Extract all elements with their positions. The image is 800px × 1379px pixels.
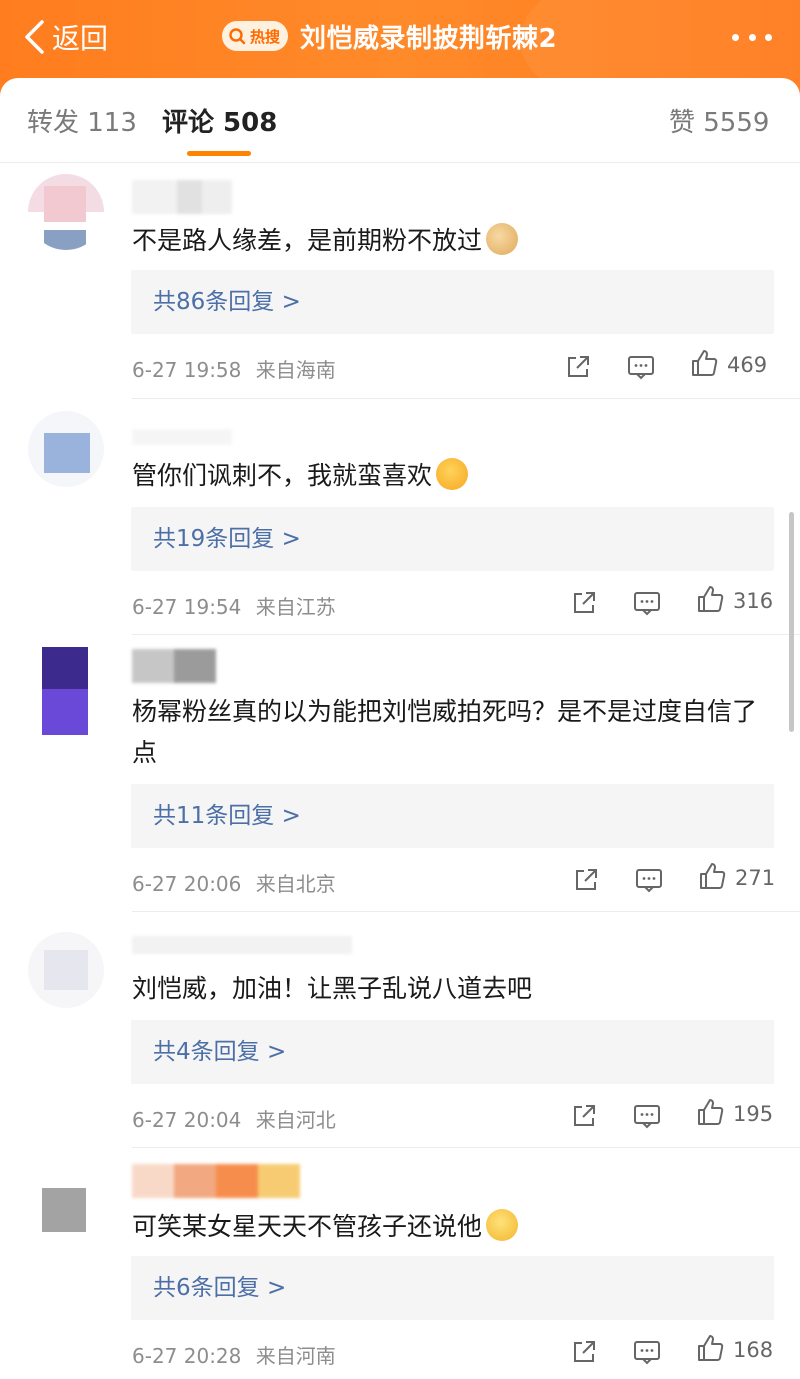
like-count: 316 — [733, 589, 774, 613]
share-icon[interactable] — [572, 865, 600, 895]
like-count: 469 — [727, 353, 768, 377]
avatar[interactable] — [28, 932, 104, 1008]
comment-icon[interactable] — [627, 352, 655, 382]
hot-badge-label: 热搜 — [250, 27, 281, 46]
share-icon[interactable] — [570, 588, 598, 618]
like-button[interactable]: 316 — [695, 586, 773, 616]
divider — [132, 1147, 800, 1148]
hug-emoji — [436, 458, 469, 490]
avatar[interactable] — [28, 174, 104, 250]
comment-location: 来自河南 — [255, 1344, 336, 1368]
comment-body: 不是路人缘差，是前期粉不放过 — [132, 226, 483, 255]
comment-body: 管你们讽刺不，我就蛮喜欢 — [132, 461, 433, 490]
divider — [132, 911, 800, 912]
share-icon[interactable] — [570, 1337, 598, 1367]
comment-text: 不是路人缘差，是前期粉不放过 — [132, 220, 772, 261]
comment-location: 来自河北 — [255, 1108, 336, 1132]
like-count: 168 — [733, 1338, 774, 1362]
reply-count-button[interactable]: 共6条回复 > — [131, 1256, 774, 1320]
more-icon[interactable] — [732, 34, 772, 41]
username-blurred[interactable] — [132, 180, 232, 214]
comment-location: 来自北京 — [255, 872, 336, 896]
reply-count-label: 共11条回复 > — [153, 803, 301, 829]
back-button[interactable]: 返回 — [18, 12, 108, 62]
comment-body: 可笑某女星天天不管孩子还说他 — [132, 1212, 483, 1241]
comment-icon[interactable] — [635, 865, 663, 895]
comment-icon[interactable] — [633, 1337, 661, 1367]
thumbs-up-icon — [695, 1333, 725, 1367]
comment-meta: 6-27 20:04 来自河北 — [132, 1104, 336, 1133]
comment-meta: 6-27 19:54 来自江苏 — [132, 591, 336, 620]
reply-count-button[interactable]: 共86条回复 > — [131, 270, 774, 334]
comment-meta: 6-27 20:06 来自北京 — [132, 868, 336, 897]
divider — [132, 634, 800, 635]
title-area: 热搜 刘恺威录制披荆斩棘2 — [222, 14, 557, 58]
avatar[interactable] — [42, 1188, 86, 1232]
comment-icon[interactable] — [633, 1101, 661, 1131]
reply-count-button[interactable]: 共19条回复 > — [131, 507, 774, 571]
doge-emoji — [486, 223, 519, 255]
like-count: 271 — [735, 866, 776, 890]
like-button[interactable]: 271 — [697, 863, 775, 893]
tab-bar: 转发 113 评论 508 赞 5559 — [0, 78, 800, 163]
reply-count-label: 共4条回复 > — [153, 1039, 287, 1065]
share-icon[interactable] — [564, 352, 592, 382]
thumbs-up-icon — [695, 584, 725, 618]
comment-meta: 6-27 20:28 来自河南 — [132, 1340, 336, 1369]
comment-time: 6-27 19:58 — [132, 358, 242, 382]
comment-time: 6-27 19:54 — [132, 595, 242, 619]
avatar[interactable] — [28, 411, 104, 487]
comment-body: 刘恺威，加油！让黑子乱说八道去吧 — [132, 974, 533, 1003]
like-button[interactable]: 195 — [695, 1099, 773, 1129]
search-icon — [228, 27, 246, 45]
active-tab-indicator — [187, 151, 251, 156]
scrollbar[interactable] — [789, 512, 794, 732]
avatar[interactable] — [42, 647, 88, 735]
comment-time: 6-27 20:28 — [132, 1344, 242, 1368]
chevron-left-icon — [18, 12, 52, 62]
like-button[interactable]: 469 — [689, 350, 767, 380]
tab-comments[interactable]: 评论 508 — [162, 102, 277, 139]
comment-time: 6-27 20:06 — [132, 872, 242, 896]
reply-count-label: 共86条回复 > — [153, 289, 301, 315]
username-blurred[interactable] — [132, 936, 352, 954]
comment-text: 刘恺威，加油！让黑子乱说八道去吧 — [132, 968, 772, 1009]
page-title: 刘恺威录制披荆斩棘2 — [300, 23, 558, 54]
thumbs-up-icon — [695, 1097, 725, 1131]
hot-search-badge[interactable]: 热搜 — [222, 21, 289, 51]
comment-meta: 6-27 19:58 来自海南 — [132, 354, 336, 383]
divider — [132, 398, 800, 399]
comment-text: 可笑某女星天天不管孩子还说他 — [132, 1206, 772, 1247]
username-blurred[interactable] — [132, 1164, 300, 1198]
facepalm-emoji — [486, 1209, 519, 1241]
thumbs-up-icon — [689, 348, 719, 382]
username-blurred[interactable] — [132, 429, 232, 445]
like-count: 195 — [733, 1102, 774, 1126]
reply-count-button[interactable]: 共11条回复 > — [131, 784, 774, 848]
comment-text: 管你们讽刺不，我就蛮喜欢 — [132, 455, 772, 496]
comment-body: 杨幂粉丝真的以为能把刘恺威拍死吗？是不是过度自信了点 — [132, 697, 758, 767]
back-label: 返回 — [52, 22, 109, 55]
tab-reposts[interactable]: 转发 113 — [27, 102, 137, 139]
reply-count-label: 共6条回复 > — [153, 1275, 287, 1301]
username-blurred[interactable] — [132, 649, 216, 683]
comment-time: 6-27 20:04 — [132, 1108, 242, 1132]
reply-count-label: 共19条回复 > — [153, 526, 301, 552]
reply-count-button[interactable]: 共4条回复 > — [131, 1020, 774, 1084]
comment-icon[interactable] — [633, 588, 661, 618]
comment-location: 来自海南 — [255, 358, 336, 382]
comment-location: 来自江苏 — [255, 595, 336, 619]
share-icon[interactable] — [570, 1101, 598, 1131]
tab-likes[interactable]: 赞 5559 — [669, 102, 769, 139]
like-button[interactable]: 168 — [695, 1335, 773, 1365]
thumbs-up-icon — [697, 861, 727, 895]
comment-text: 杨幂粉丝真的以为能把刘恺威拍死吗？是不是过度自信了点 — [132, 691, 772, 773]
